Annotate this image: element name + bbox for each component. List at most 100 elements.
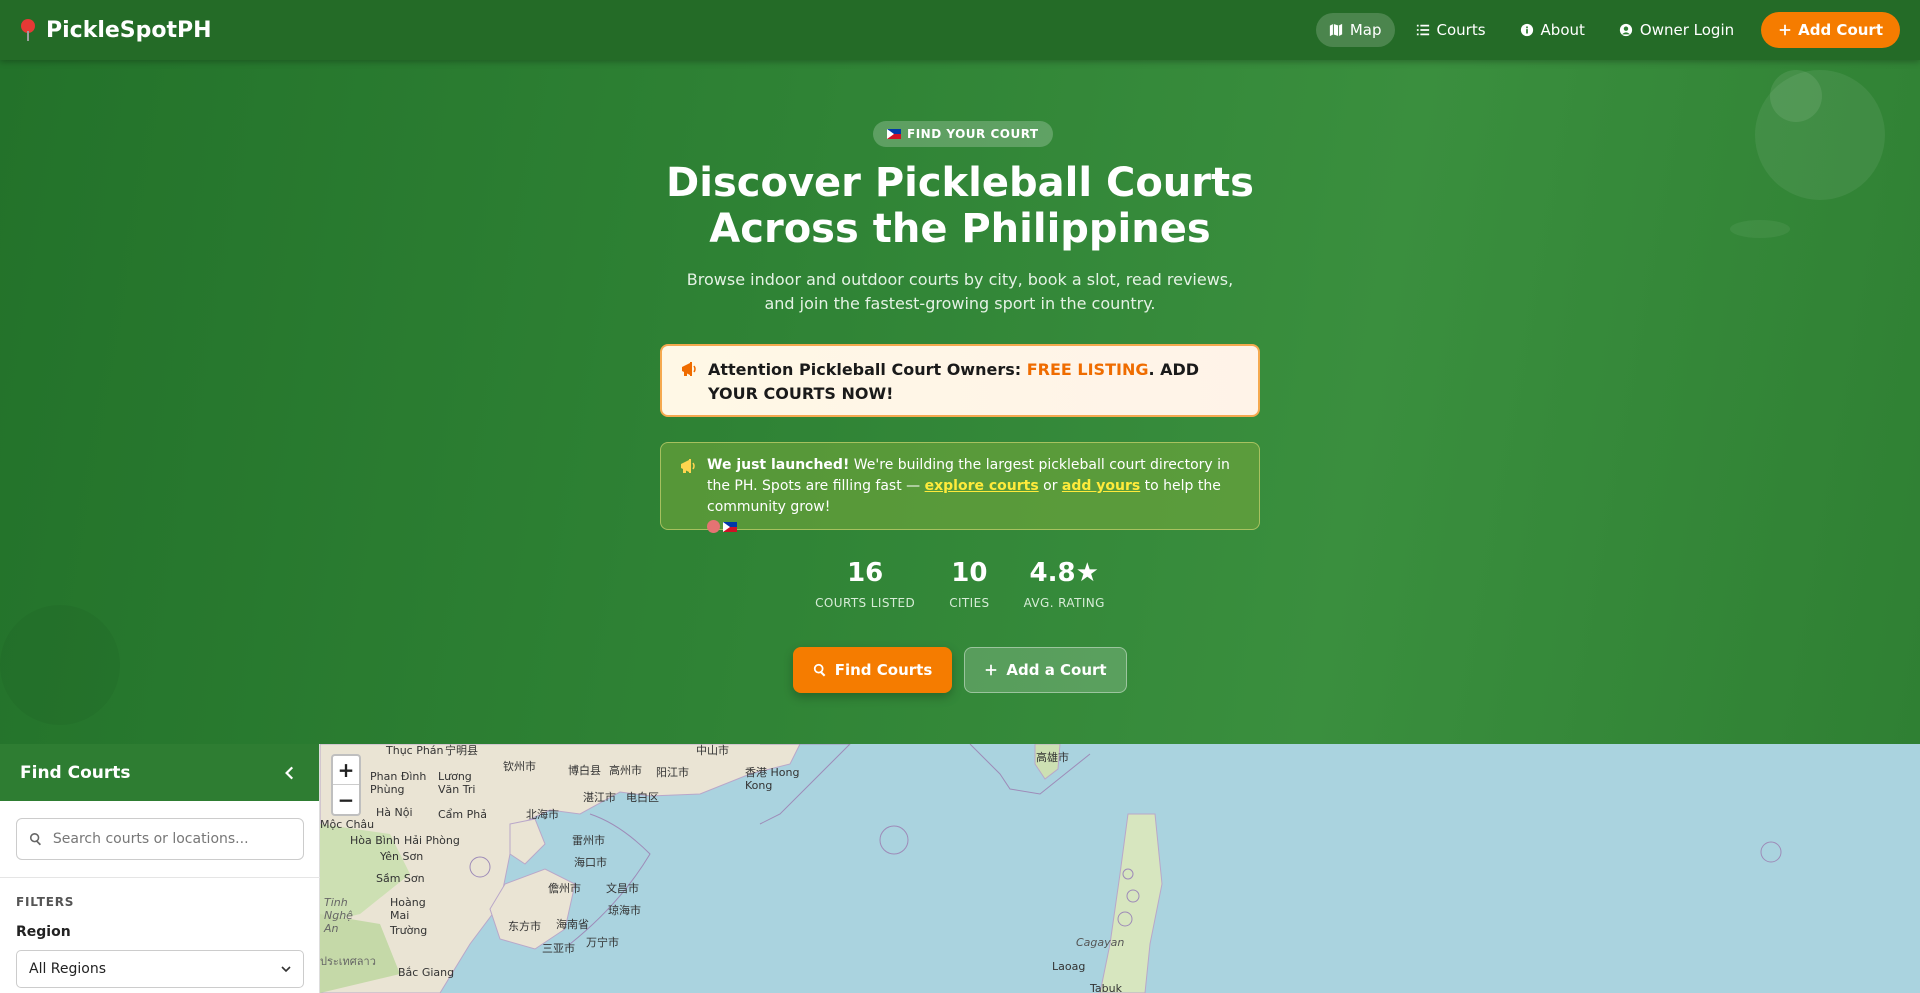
map-label: ประเทศลาว [320, 955, 376, 968]
nav-item-owner-login[interactable]: Owner Login [1606, 13, 1747, 47]
plus-icon [986, 664, 997, 676]
hero-section: FIND YOUR COURT Discover Pickleball Cour… [0, 60, 1920, 744]
add-court-nav-label: Add Court [1798, 21, 1883, 39]
map-label: Yên Sơn [380, 850, 424, 863]
philippines-flag-icon [887, 129, 901, 139]
map-label: 东方市 [508, 920, 541, 933]
nav-item-about[interactable]: About [1507, 13, 1598, 47]
add-yours-link[interactable]: add yours [1062, 478, 1140, 494]
find-courts-button[interactable]: Find Courts [793, 647, 952, 693]
map-label: 北海市 [526, 808, 559, 821]
info-icon [1520, 23, 1533, 37]
map-label: 三亚市 [542, 942, 575, 955]
list-icon [1416, 24, 1429, 36]
map-label: Bắc Giang [398, 966, 455, 979]
add-a-court-label: Add a Court [1006, 661, 1107, 679]
map-label: Hà Nội [376, 806, 413, 819]
add-a-court-button[interactable]: Add a Court [964, 647, 1127, 693]
philippines-flag-icon [723, 522, 737, 532]
launch-emoji-row [707, 520, 1243, 533]
nav-item-courts[interactable]: Courts [1403, 13, 1499, 47]
map-label: Tinh Nghệ An [324, 896, 353, 935]
divider [0, 877, 320, 878]
hero-title: Discover Pickleball Courts Across the Ph… [660, 160, 1260, 252]
map-label: Cẩm Phả [438, 808, 487, 821]
map-label: 文昌市 [606, 882, 639, 895]
zoom-in-button[interactable]: + [333, 756, 359, 785]
map-label: 中山市 [696, 744, 729, 757]
stat-avg-rating: 4.8★ AVG. RATING [1024, 556, 1105, 610]
stat-label: CITIES [949, 596, 990, 610]
map-label: 博白县 [568, 764, 601, 777]
map-label: 雷州市 [572, 834, 605, 847]
launch-notice-text: or [1038, 478, 1062, 494]
map-label: 儋州市 [548, 882, 581, 895]
map-label: 阳江市 [656, 766, 689, 779]
map-label: Hải Phòng [404, 834, 460, 847]
stat-cities: 10 CITIES [949, 556, 989, 610]
search-input[interactable] [52, 831, 291, 847]
map-label: Cagayan [1076, 936, 1125, 949]
free-listing-highlight: FREE LISTING [1026, 360, 1149, 379]
nav-item-map[interactable]: Map [1315, 13, 1395, 47]
map-label: 钦州市 [503, 760, 536, 773]
nav-item-label: Map [1349, 21, 1382, 39]
map-label: 万宁市 [586, 936, 619, 949]
top-navbar: PickleSpotPH Map Courts About Owner Logi… [0, 0, 1920, 60]
brand-logo[interactable]: PickleSpotPH [20, 18, 212, 43]
court-map[interactable]: + − Thục Phán 宁明县 钦州市 博白县 高州市 阳江市 中山市 香港… [320, 744, 1920, 993]
map-label: 湛江市 [583, 791, 616, 804]
stat-value: 4.8★ [1029, 558, 1099, 588]
map-label: Lương Văn Tri [438, 770, 476, 796]
user-circle-icon [1619, 23, 1633, 37]
map-label: Trường [390, 924, 428, 937]
map-label: Sầm Sơn [376, 872, 425, 885]
zoom-out-button[interactable]: − [333, 785, 359, 814]
map-label: 电白区 [626, 791, 659, 804]
plus-icon [1779, 24, 1791, 36]
region-select[interactable]: All Regions [16, 950, 304, 988]
chevron-left-icon[interactable] [281, 764, 299, 782]
stat-label: AVG. RATING [1023, 596, 1105, 610]
add-court-nav-button[interactable]: Add Court [1761, 12, 1900, 48]
launch-notice-bold: We just launched! [707, 457, 850, 473]
map-label: 高州市 [609, 764, 642, 777]
find-courts-sidebar: Find Courts FILTERS Region All Regions [0, 744, 320, 993]
map-label: 海口市 [574, 856, 607, 869]
megaphone-icon [681, 459, 695, 473]
map-label: Hoàng Mai [390, 896, 426, 922]
map-label: Laoag [1052, 960, 1086, 973]
nav-links: Map Courts About Owner Login Add Court [1315, 12, 1900, 48]
map-icon [1329, 23, 1342, 37]
map-label: Mộc Châu [320, 818, 375, 831]
map-label: 海南省 [556, 918, 589, 931]
stat-value: 10 [951, 558, 988, 588]
map-pin-icon [20, 19, 36, 41]
map-label: Thục Phán [386, 744, 444, 757]
map-label: 宁明县 [445, 744, 478, 757]
pickleball-emoji-icon [707, 520, 720, 533]
nav-item-label: About [1540, 21, 1585, 39]
map-label: 高雄市 [1036, 751, 1069, 764]
nav-item-label: Courts [1436, 21, 1486, 39]
launch-notice-banner: We just launched! We're building the lar… [660, 442, 1260, 533]
find-your-court-badge: FIND YOUR COURT [873, 121, 1053, 147]
find-courts-label: Find Courts [834, 661, 933, 679]
stats-row: 16 COURTS LISTED 10 CITIES 4.8★ AVG. RAT… [800, 556, 1120, 610]
explore-courts-link[interactable]: explore courts [925, 478, 1039, 494]
filters-heading: FILTERS [16, 895, 75, 909]
brand-name: PickleSpotPH [46, 17, 212, 43]
map-label: 香港 Hong Kong [745, 766, 800, 792]
sidebar-title: Find Courts [20, 762, 131, 783]
hero-title-line2: Across the Philippines [709, 206, 1211, 252]
badge-label: FIND YOUR COURT [907, 127, 1039, 141]
megaphone-icon [682, 362, 696, 376]
search-box [16, 818, 304, 860]
hero-title-line1: Discover Pickleball Courts [666, 160, 1254, 206]
owner-notice-prefix: Attention Pickleball Court Owners: [708, 360, 1027, 379]
zoom-control: + − [331, 754, 361, 816]
map-label: Tabuk [1090, 982, 1122, 993]
region-select-value: All Regions [29, 961, 107, 977]
decorative-circle [1770, 70, 1822, 122]
region-label: Region [16, 924, 71, 940]
